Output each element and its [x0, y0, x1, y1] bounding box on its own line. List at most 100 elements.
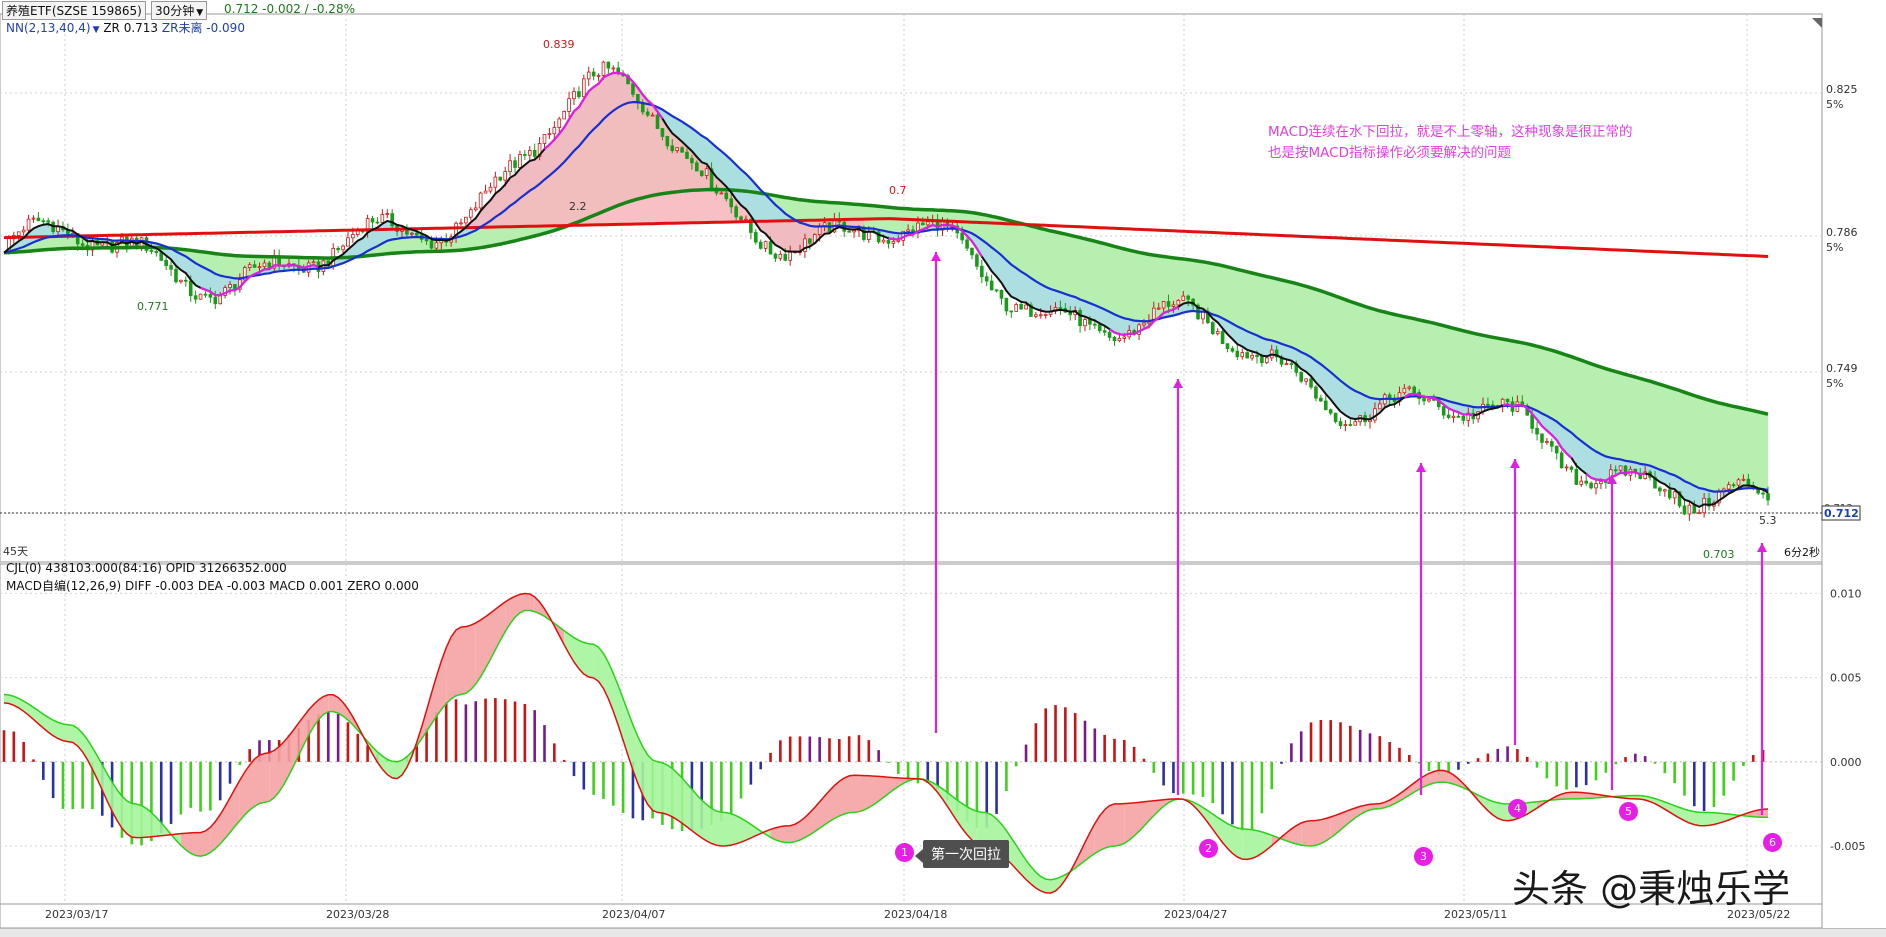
macd-histogram-bar [238, 761, 242, 766]
macd-histogram-bar [818, 737, 821, 762]
candle-body [906, 229, 910, 232]
macd-histogram-bar [1064, 707, 1067, 762]
candle-body [783, 253, 788, 261]
macd-histogram-bar [1624, 757, 1627, 762]
macd-histogram-bar [1231, 761, 1234, 825]
macd-histogram-bar [248, 749, 251, 762]
candle-body [1741, 478, 1746, 481]
candle-body [788, 251, 792, 261]
candle-body [1687, 504, 1692, 515]
macd-histogram-bar [1083, 720, 1087, 762]
candle-body [390, 213, 394, 227]
marker-6: 6 [1763, 833, 1782, 852]
candle-body [1584, 480, 1588, 484]
candle-body [1260, 356, 1264, 364]
candle-body [1658, 487, 1662, 492]
macd-histogram-bar [1486, 753, 1490, 762]
candle-body [1427, 398, 1431, 402]
candle-body [852, 230, 856, 233]
candle-body [1058, 307, 1063, 309]
candle-body [1240, 352, 1245, 358]
candle-body [557, 118, 562, 128]
candle-body [567, 98, 571, 112]
candle-body [975, 254, 979, 267]
macd-histogram-bar [1014, 761, 1018, 767]
candle-body [1304, 378, 1308, 382]
macd-histogram-bar [1211, 761, 1215, 804]
candle-body [1314, 386, 1318, 399]
macd-histogram-bar [1634, 753, 1637, 762]
nn-indicator-header[interactable]: NN(2,13,40,4) ▼ ZR 0.713 ZR未离 -0.090 [6, 19, 245, 36]
marker-5: 5 [1619, 802, 1638, 821]
candle-body [680, 147, 684, 153]
macd-tick-label: -0.005 [1830, 840, 1865, 853]
candle-body [670, 145, 675, 152]
pct-tick-label: 5% [1826, 377, 1843, 390]
macd-histogram-bar [1103, 734, 1106, 762]
macd-histogram-bar [1506, 746, 1509, 762]
candle-body [1289, 363, 1294, 366]
macd-histogram-bar [1584, 761, 1588, 786]
candle-body [370, 218, 375, 223]
candle-body [1736, 479, 1741, 486]
macd-histogram-bar [346, 722, 350, 762]
candle-body [724, 192, 729, 200]
candle-body [459, 222, 463, 225]
candle-body [1697, 512, 1702, 515]
candle-body [1161, 301, 1166, 309]
macd-histogram-bar [867, 740, 871, 762]
candle-body [1461, 415, 1466, 421]
macd-histogram-bar [562, 759, 566, 762]
x-tick-label: 2023/04/18 [884, 908, 947, 921]
macd-histogram-bar [1319, 720, 1323, 762]
watermark: 头条 @秉烛乐学 [1512, 867, 1791, 911]
candle-body [1613, 469, 1618, 472]
macd-indicator-header[interactable]: MACD自编(12,26,9) DIFF -0.003 DEA -0.003 M… [6, 577, 419, 594]
macd-tick-label: 0.000 [1830, 756, 1862, 769]
macd-histogram-bar [523, 703, 527, 762]
candle-body [184, 279, 188, 282]
macd-histogram-bar [1692, 761, 1696, 807]
macd-histogram-bar [995, 761, 998, 814]
candle-body [410, 232, 414, 235]
macd-histogram-bar [1191, 761, 1195, 795]
macd-histogram-bar [464, 704, 468, 762]
macd-histogram-bar [454, 699, 458, 762]
candle-body [921, 222, 925, 226]
candle-body [660, 128, 665, 137]
bar-countdown: 6分2秒 [1784, 546, 1820, 559]
candle-body [1117, 338, 1122, 342]
candle-body [257, 266, 262, 269]
chevron-down-icon: ▼ [196, 8, 204, 18]
candle-body [1009, 310, 1014, 313]
period-select[interactable]: 30分钟 ▼ [151, 1, 208, 20]
cjl-indicator-header[interactable]: CJL(0) 438103.000(84:16) OPID 31266352.0… [6, 561, 287, 575]
candle-body [1766, 493, 1770, 501]
candle-body [758, 241, 763, 249]
candle-body [1250, 354, 1254, 359]
candle-body [1142, 322, 1146, 326]
candle-body [960, 232, 964, 241]
candle-body [1225, 343, 1230, 349]
macd-histogram-bar [1358, 729, 1362, 762]
candle-body [989, 280, 994, 291]
candle-body [1530, 414, 1534, 429]
candle-body [1726, 484, 1731, 490]
macd-histogram-bar [42, 761, 45, 780]
candle-body [1456, 415, 1461, 418]
annotation-line: MACD连续在水下回拉，就是不上零轴，这种现象是很正常的 [1268, 124, 1633, 140]
macd-histogram-bar [582, 761, 586, 790]
candle-body [1235, 350, 1240, 358]
macd-histogram-bar [484, 698, 487, 762]
candle-body [523, 154, 527, 156]
candle-body [1402, 387, 1407, 394]
candle-body [970, 247, 974, 256]
symbol-select[interactable]: 养殖ETF(SZSE 159865) [2, 1, 146, 20]
candle-body [1255, 354, 1259, 357]
low-label: 0.703 [1703, 548, 1735, 561]
macd-histogram-bar [1113, 738, 1116, 762]
annotation-line: 也是按MACD指标操作必须要解决的问题 [1268, 145, 1511, 161]
macd-histogram-bar [1240, 761, 1244, 831]
zr-far-value: ZR未离 -0.090 [161, 21, 245, 35]
candle-body [1451, 415, 1456, 418]
